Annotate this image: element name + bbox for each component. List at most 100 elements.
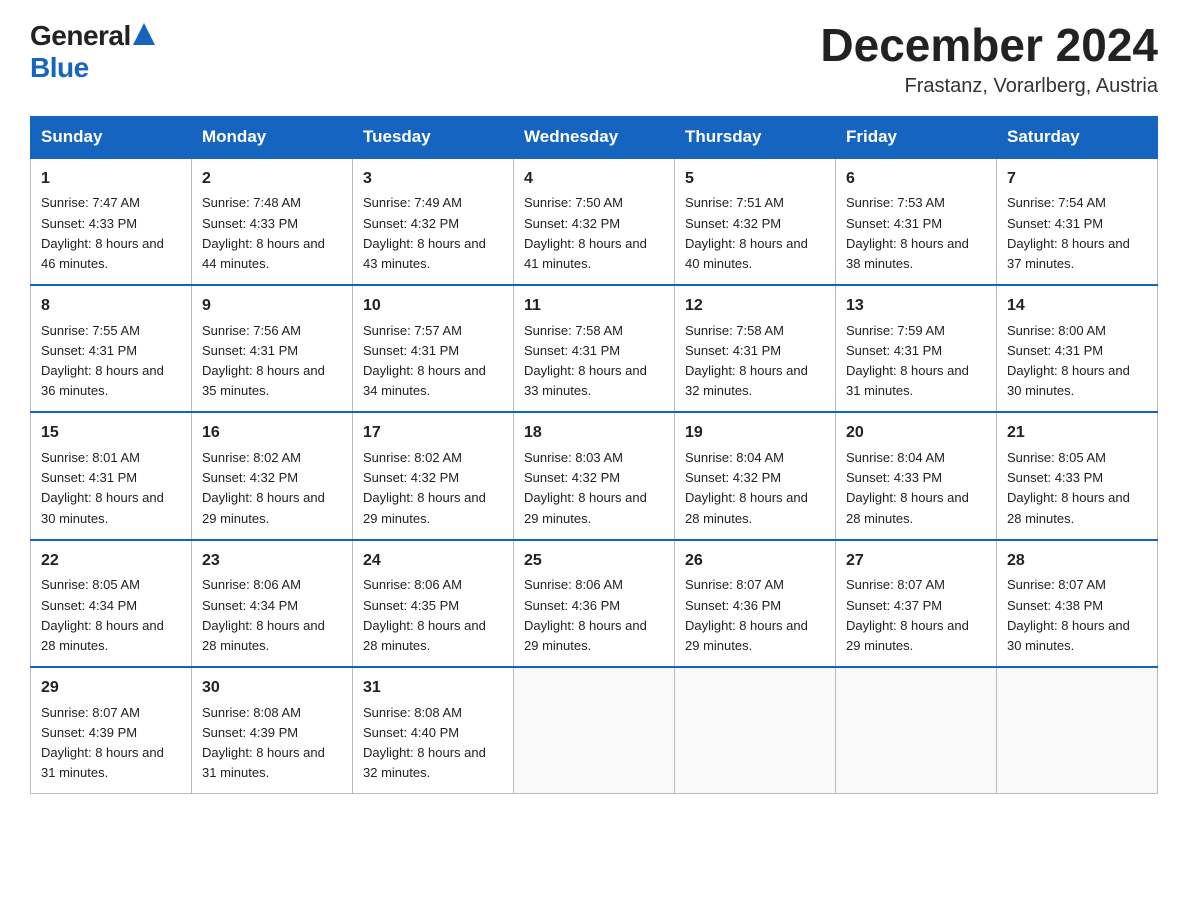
day-info: Sunrise: 7:50 AMSunset: 4:32 PMDaylight:… bbox=[524, 193, 664, 274]
logo-general-text: General bbox=[30, 20, 131, 52]
day-number: 13 bbox=[846, 294, 986, 319]
day-number: 5 bbox=[685, 167, 825, 192]
calendar-cell: 5Sunrise: 7:51 AMSunset: 4:32 PMDaylight… bbox=[675, 158, 836, 285]
col-header-saturday: Saturday bbox=[997, 116, 1158, 158]
calendar-cell: 10Sunrise: 7:57 AMSunset: 4:31 PMDayligh… bbox=[353, 285, 514, 412]
day-info: Sunrise: 8:07 AMSunset: 4:37 PMDaylight:… bbox=[846, 575, 986, 656]
calendar-cell: 4Sunrise: 7:50 AMSunset: 4:32 PMDaylight… bbox=[514, 158, 675, 285]
day-number: 6 bbox=[846, 167, 986, 192]
day-number: 9 bbox=[202, 294, 342, 319]
calendar-week-row: 8Sunrise: 7:55 AMSunset: 4:31 PMDaylight… bbox=[31, 285, 1158, 412]
day-info: Sunrise: 8:06 AMSunset: 4:36 PMDaylight:… bbox=[524, 575, 664, 656]
day-info: Sunrise: 8:08 AMSunset: 4:39 PMDaylight:… bbox=[202, 703, 342, 784]
calendar-week-row: 15Sunrise: 8:01 AMSunset: 4:31 PMDayligh… bbox=[31, 412, 1158, 539]
day-info: Sunrise: 7:54 AMSunset: 4:31 PMDaylight:… bbox=[1007, 193, 1147, 274]
calendar-cell bbox=[997, 667, 1158, 794]
day-number: 24 bbox=[363, 549, 503, 574]
calendar-cell: 25Sunrise: 8:06 AMSunset: 4:36 PMDayligh… bbox=[514, 540, 675, 667]
location-title: Frastanz, Vorarlberg, Austria bbox=[820, 75, 1158, 98]
day-info: Sunrise: 8:04 AMSunset: 4:33 PMDaylight:… bbox=[846, 448, 986, 529]
day-info: Sunrise: 8:06 AMSunset: 4:35 PMDaylight:… bbox=[363, 575, 503, 656]
calendar-cell: 9Sunrise: 7:56 AMSunset: 4:31 PMDaylight… bbox=[192, 285, 353, 412]
day-info: Sunrise: 8:03 AMSunset: 4:32 PMDaylight:… bbox=[524, 448, 664, 529]
calendar-cell: 21Sunrise: 8:05 AMSunset: 4:33 PMDayligh… bbox=[997, 412, 1158, 539]
day-number: 28 bbox=[1007, 549, 1147, 574]
day-number: 19 bbox=[685, 421, 825, 446]
title-area: December 2024 Frastanz, Vorarlberg, Aust… bbox=[820, 20, 1158, 98]
calendar-cell bbox=[514, 667, 675, 794]
day-number: 29 bbox=[41, 676, 181, 701]
calendar-cell: 1Sunrise: 7:47 AMSunset: 4:33 PMDaylight… bbox=[31, 158, 192, 285]
day-info: Sunrise: 7:53 AMSunset: 4:31 PMDaylight:… bbox=[846, 193, 986, 274]
calendar-cell: 15Sunrise: 8:01 AMSunset: 4:31 PMDayligh… bbox=[31, 412, 192, 539]
calendar-cell: 26Sunrise: 8:07 AMSunset: 4:36 PMDayligh… bbox=[675, 540, 836, 667]
day-number: 30 bbox=[202, 676, 342, 701]
day-number: 2 bbox=[202, 167, 342, 192]
calendar-cell: 3Sunrise: 7:49 AMSunset: 4:32 PMDaylight… bbox=[353, 158, 514, 285]
day-number: 7 bbox=[1007, 167, 1147, 192]
calendar-cell: 27Sunrise: 8:07 AMSunset: 4:37 PMDayligh… bbox=[836, 540, 997, 667]
day-number: 17 bbox=[363, 421, 503, 446]
calendar-cell: 30Sunrise: 8:08 AMSunset: 4:39 PMDayligh… bbox=[192, 667, 353, 794]
day-number: 21 bbox=[1007, 421, 1147, 446]
calendar-cell: 12Sunrise: 7:58 AMSunset: 4:31 PMDayligh… bbox=[675, 285, 836, 412]
calendar-cell: 16Sunrise: 8:02 AMSunset: 4:32 PMDayligh… bbox=[192, 412, 353, 539]
header: General Blue December 2024 Frastanz, Vor… bbox=[30, 20, 1158, 98]
calendar-cell: 17Sunrise: 8:02 AMSunset: 4:32 PMDayligh… bbox=[353, 412, 514, 539]
day-info: Sunrise: 8:04 AMSunset: 4:32 PMDaylight:… bbox=[685, 448, 825, 529]
calendar-header-row: SundayMondayTuesdayWednesdayThursdayFrid… bbox=[31, 116, 1158, 158]
calendar-week-row: 1Sunrise: 7:47 AMSunset: 4:33 PMDaylight… bbox=[31, 158, 1158, 285]
day-info: Sunrise: 8:05 AMSunset: 4:33 PMDaylight:… bbox=[1007, 448, 1147, 529]
day-number: 15 bbox=[41, 421, 181, 446]
calendar-week-row: 22Sunrise: 8:05 AMSunset: 4:34 PMDayligh… bbox=[31, 540, 1158, 667]
day-info: Sunrise: 8:05 AMSunset: 4:34 PMDaylight:… bbox=[41, 575, 181, 656]
calendar-cell: 24Sunrise: 8:06 AMSunset: 4:35 PMDayligh… bbox=[353, 540, 514, 667]
day-info: Sunrise: 7:51 AMSunset: 4:32 PMDaylight:… bbox=[685, 193, 825, 274]
col-header-tuesday: Tuesday bbox=[353, 116, 514, 158]
calendar-cell: 29Sunrise: 8:07 AMSunset: 4:39 PMDayligh… bbox=[31, 667, 192, 794]
calendar-cell: 23Sunrise: 8:06 AMSunset: 4:34 PMDayligh… bbox=[192, 540, 353, 667]
month-title: December 2024 bbox=[820, 20, 1158, 71]
day-info: Sunrise: 7:49 AMSunset: 4:32 PMDaylight:… bbox=[363, 193, 503, 274]
calendar-cell: 19Sunrise: 8:04 AMSunset: 4:32 PMDayligh… bbox=[675, 412, 836, 539]
col-header-friday: Friday bbox=[836, 116, 997, 158]
col-header-sunday: Sunday bbox=[31, 116, 192, 158]
day-info: Sunrise: 7:48 AMSunset: 4:33 PMDaylight:… bbox=[202, 193, 342, 274]
col-header-wednesday: Wednesday bbox=[514, 116, 675, 158]
day-number: 1 bbox=[41, 167, 181, 192]
day-info: Sunrise: 8:06 AMSunset: 4:34 PMDaylight:… bbox=[202, 575, 342, 656]
day-number: 26 bbox=[685, 549, 825, 574]
day-number: 4 bbox=[524, 167, 664, 192]
calendar-cell: 31Sunrise: 8:08 AMSunset: 4:40 PMDayligh… bbox=[353, 667, 514, 794]
calendar-cell: 13Sunrise: 7:59 AMSunset: 4:31 PMDayligh… bbox=[836, 285, 997, 412]
day-number: 18 bbox=[524, 421, 664, 446]
day-info: Sunrise: 7:58 AMSunset: 4:31 PMDaylight:… bbox=[685, 321, 825, 402]
day-number: 8 bbox=[41, 294, 181, 319]
day-info: Sunrise: 8:02 AMSunset: 4:32 PMDaylight:… bbox=[363, 448, 503, 529]
calendar-cell: 11Sunrise: 7:58 AMSunset: 4:31 PMDayligh… bbox=[514, 285, 675, 412]
day-number: 31 bbox=[363, 676, 503, 701]
calendar-table: SundayMondayTuesdayWednesdayThursdayFrid… bbox=[30, 116, 1158, 795]
day-number: 11 bbox=[524, 294, 664, 319]
logo-blue-text: Blue bbox=[30, 52, 89, 83]
day-info: Sunrise: 7:56 AMSunset: 4:31 PMDaylight:… bbox=[202, 321, 342, 402]
calendar-cell: 18Sunrise: 8:03 AMSunset: 4:32 PMDayligh… bbox=[514, 412, 675, 539]
col-header-monday: Monday bbox=[192, 116, 353, 158]
day-info: Sunrise: 8:00 AMSunset: 4:31 PMDaylight:… bbox=[1007, 321, 1147, 402]
day-number: 14 bbox=[1007, 294, 1147, 319]
day-number: 12 bbox=[685, 294, 825, 319]
day-info: Sunrise: 7:55 AMSunset: 4:31 PMDaylight:… bbox=[41, 321, 181, 402]
day-info: Sunrise: 7:58 AMSunset: 4:31 PMDaylight:… bbox=[524, 321, 664, 402]
day-number: 23 bbox=[202, 549, 342, 574]
calendar-cell: 8Sunrise: 7:55 AMSunset: 4:31 PMDaylight… bbox=[31, 285, 192, 412]
day-number: 25 bbox=[524, 549, 664, 574]
calendar-cell: 7Sunrise: 7:54 AMSunset: 4:31 PMDaylight… bbox=[997, 158, 1158, 285]
logo: General Blue bbox=[30, 20, 155, 84]
day-number: 16 bbox=[202, 421, 342, 446]
day-number: 10 bbox=[363, 294, 503, 319]
calendar-cell bbox=[675, 667, 836, 794]
day-number: 22 bbox=[41, 549, 181, 574]
day-number: 20 bbox=[846, 421, 986, 446]
day-info: Sunrise: 7:57 AMSunset: 4:31 PMDaylight:… bbox=[363, 321, 503, 402]
calendar-cell: 14Sunrise: 8:00 AMSunset: 4:31 PMDayligh… bbox=[997, 285, 1158, 412]
